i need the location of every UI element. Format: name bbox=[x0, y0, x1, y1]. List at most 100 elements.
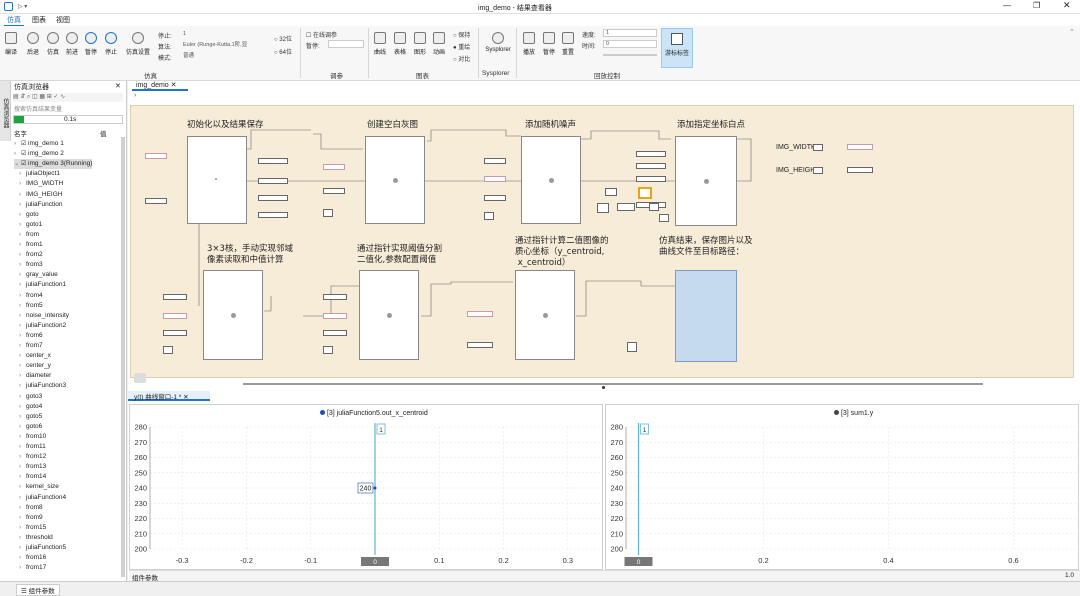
tree-item[interactable]: › from14 bbox=[19, 472, 46, 482]
blank-gray-block[interactable] bbox=[365, 136, 425, 224]
const-block[interactable] bbox=[323, 209, 333, 217]
tree-item[interactable]: › juliaFunction5 bbox=[19, 543, 66, 553]
chevron-icon[interactable]: › bbox=[19, 190, 26, 200]
bit64-radio[interactable]: ○ 64位 bbox=[274, 47, 292, 56]
from-block[interactable] bbox=[323, 313, 347, 319]
tree-item[interactable]: ⌄ ☑ img_demo 3(Running) bbox=[14, 159, 93, 170]
chevron-icon[interactable]: › bbox=[19, 230, 26, 240]
tab-curve-window[interactable]: y(t) 曲线窗口-1 * ✕ bbox=[128, 391, 210, 401]
tree-item[interactable]: › juliaObject1 bbox=[19, 169, 60, 179]
tree-item[interactable]: › from5 bbox=[19, 301, 43, 311]
tree-item[interactable]: › from3 bbox=[19, 260, 43, 270]
tree-item[interactable]: › from2 bbox=[19, 250, 43, 260]
sum-block[interactable] bbox=[627, 342, 637, 352]
threshold-block[interactable] bbox=[359, 270, 419, 360]
tree-item[interactable]: › from1 bbox=[19, 240, 43, 250]
tree-item[interactable]: › from7 bbox=[19, 341, 43, 351]
from-block[interactable] bbox=[258, 158, 288, 164]
algo-select[interactable]: Euler (Runge-Kutta,1阶,显 bbox=[180, 41, 266, 49]
tree-item[interactable]: › from13 bbox=[19, 462, 46, 472]
from-block[interactable] bbox=[636, 176, 666, 182]
stop-time-field[interactable]: 1 bbox=[180, 30, 266, 38]
chevron-icon[interactable]: › bbox=[19, 331, 26, 341]
tree-item[interactable]: › IMG_WIDTH bbox=[19, 179, 63, 189]
menu-view[interactable]: 视图 bbox=[53, 15, 73, 25]
chevron-icon[interactable]: › bbox=[19, 482, 26, 492]
chevron-icon[interactable]: › bbox=[19, 462, 26, 472]
chevron-icon[interactable]: › bbox=[19, 563, 26, 573]
tree-item[interactable]: › goto5 bbox=[19, 412, 42, 422]
from-block[interactable] bbox=[323, 294, 347, 300]
tree-item[interactable]: › from16 bbox=[19, 553, 46, 563]
pause-time-field[interactable] bbox=[328, 40, 364, 48]
chevron-icon[interactable]: › bbox=[19, 169, 26, 179]
plot-right[interactable]: [3] sum1.y bbox=[605, 404, 1079, 570]
chevron-icon[interactable]: › bbox=[19, 523, 26, 533]
init-block[interactable] bbox=[187, 136, 247, 224]
chevron-icon[interactable]: › bbox=[19, 250, 26, 260]
quick-access-icon[interactable]: ▷ ▾ bbox=[18, 3, 27, 10]
chevron-icon[interactable]: › bbox=[19, 260, 26, 270]
goto-block[interactable] bbox=[145, 153, 167, 159]
tab-close-icon[interactable]: ✕ bbox=[171, 82, 177, 89]
diagram-corner-icon[interactable] bbox=[134, 373, 146, 383]
maximize-icon[interactable]: ❐ bbox=[1033, 1, 1040, 10]
tree-item[interactable]: › from10 bbox=[19, 432, 46, 442]
tree-item[interactable]: › goto bbox=[19, 210, 39, 220]
chevron-icon[interactable]: › bbox=[19, 321, 26, 331]
props-tab[interactable]: ☰ 组件参数 bbox=[16, 584, 60, 596]
compile-button[interactable]: 编译 bbox=[0, 32, 22, 56]
chevron-icon[interactable]: › bbox=[19, 472, 26, 482]
chevron-icon[interactable]: › bbox=[19, 371, 26, 381]
chevron-icon[interactable]: › bbox=[19, 311, 26, 321]
sysplorer-button[interactable]: Sysplorer bbox=[481, 32, 515, 53]
back-button[interactable]: 后退 bbox=[22, 32, 44, 56]
white-dot-block[interactable] bbox=[675, 136, 737, 226]
tree-item[interactable]: › juliaFunction3 bbox=[19, 381, 66, 391]
playback-reset-button[interactable]: 重置 bbox=[557, 32, 579, 56]
from-block[interactable] bbox=[636, 163, 666, 169]
tree-item[interactable]: › from9 bbox=[19, 513, 43, 523]
search-input[interactable]: 搜索仿真结果变量 bbox=[14, 104, 62, 113]
tree-item[interactable]: › from6 bbox=[19, 331, 43, 341]
chevron-icon[interactable]: › bbox=[19, 291, 26, 301]
stop-button[interactable]: 停止 bbox=[100, 32, 122, 56]
tree-item[interactable]: › center_x bbox=[19, 351, 51, 361]
speed-field[interactable]: 1 bbox=[603, 29, 657, 37]
keep-radio[interactable]: ○ 保持 bbox=[453, 30, 470, 39]
chevron-icon[interactable]: › bbox=[19, 422, 26, 432]
breadcrumb-chevron-icon[interactable]: › bbox=[134, 92, 136, 99]
from-block[interactable] bbox=[258, 178, 288, 184]
chevron-icon[interactable]: › bbox=[14, 149, 21, 159]
const-block[interactable] bbox=[163, 346, 173, 354]
const-block[interactable] bbox=[323, 346, 333, 354]
playback-play-button[interactable]: 播放 bbox=[518, 32, 540, 56]
tree-item[interactable]: › noise_intensity bbox=[19, 311, 69, 321]
chevron-icon[interactable]: › bbox=[19, 240, 26, 250]
menu-sim[interactable]: 仿真 bbox=[4, 15, 24, 26]
chevron-icon[interactable]: › bbox=[19, 341, 26, 351]
chevron-icon[interactable]: › bbox=[19, 179, 26, 189]
selected-block[interactable] bbox=[638, 187, 652, 199]
checkbox-icon[interactable]: ☑ bbox=[21, 161, 28, 167]
curve-button[interactable]: 曲线 bbox=[369, 32, 391, 56]
tree-item[interactable]: › ☑ img_demo 1 bbox=[14, 139, 64, 149]
checkbox-icon[interactable]: ☑ bbox=[21, 151, 28, 157]
chevron-icon[interactable]: › bbox=[14, 139, 21, 149]
gain-block[interactable] bbox=[649, 203, 659, 211]
compare-radio[interactable]: ○ 对比 bbox=[453, 54, 470, 63]
chevron-icon[interactable]: ⌄ bbox=[14, 159, 21, 169]
const-width[interactable] bbox=[813, 144, 823, 151]
chevron-icon[interactable]: › bbox=[19, 270, 26, 280]
tree-item[interactable]: › center_y bbox=[19, 361, 51, 371]
tree-item[interactable]: › juliaFunction4 bbox=[19, 493, 66, 503]
from-block[interactable] bbox=[323, 330, 347, 336]
chevron-icon[interactable]: › bbox=[19, 280, 26, 290]
tree-item[interactable]: › gray_value bbox=[19, 270, 58, 280]
tree-item[interactable]: › goto4 bbox=[19, 402, 42, 412]
tree-item[interactable]: › threshold bbox=[19, 533, 53, 543]
mode-select[interactable]: 普通 bbox=[180, 52, 266, 60]
ribbon-collapse-icon[interactable]: ⌃ bbox=[1069, 28, 1075, 36]
chevron-icon[interactable]: › bbox=[19, 381, 26, 391]
chevron-icon[interactable]: › bbox=[19, 503, 26, 513]
